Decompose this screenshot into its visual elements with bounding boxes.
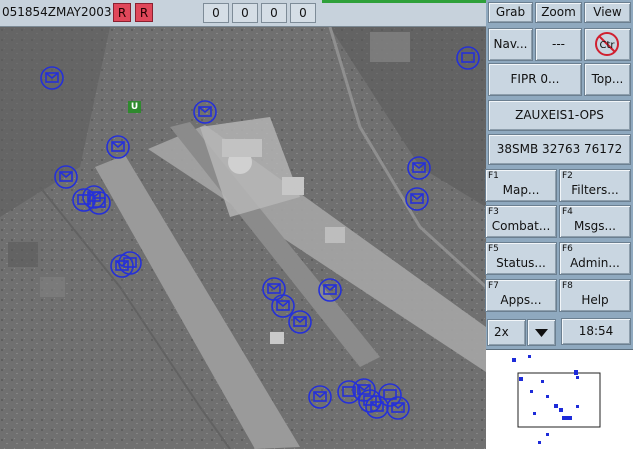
scale-select[interactable]: 2x — [487, 319, 526, 346]
scale-value: 2x — [494, 325, 509, 339]
counter-1: 0 — [203, 3, 229, 23]
no-entry-icon: Ctr — [595, 32, 619, 56]
viewport-rectangle[interactable] — [517, 372, 601, 428]
aerial-imagery — [0, 27, 486, 449]
grab-label: Grab — [495, 5, 526, 19]
minimap-units — [512, 355, 579, 444]
nav-button[interactable]: Nav... — [488, 28, 533, 61]
grab-button[interactable]: Grab — [488, 2, 533, 23]
msgs-button[interactable]: F4 Msgs... — [559, 205, 631, 238]
top-bar: 051854ZMAY2003 R R 0 0 0 0 — [0, 0, 486, 27]
alert-button-1[interactable]: R — [113, 3, 131, 22]
fkey-f3: F3 — [488, 207, 499, 217]
fkey-f8: F8 — [562, 281, 573, 291]
counter-4: 0 — [290, 3, 316, 23]
admin-label: Admin... — [570, 256, 620, 270]
center-button[interactable]: Ctr — [584, 28, 631, 61]
dashes-button[interactable]: --- — [535, 28, 582, 61]
fkey-f5: F5 — [488, 244, 499, 254]
counter-2: 0 — [232, 3, 258, 23]
unit-name-button[interactable]: ZAUXEIS1-OPS — [488, 100, 631, 131]
ctr-label: Ctr — [599, 40, 615, 51]
grid-label: 38SMB 32763 76172 — [496, 142, 623, 156]
map-view[interactable] — [0, 27, 486, 449]
fkey-f2: F2 — [562, 171, 573, 181]
minimap-canvas — [512, 355, 601, 444]
clock-display: 18:54 — [561, 318, 631, 345]
app-window: 051854ZMAY2003 R R 0 0 0 0 Grab Zoom Vie… — [0, 0, 633, 449]
fkey-f6: F6 — [562, 244, 573, 254]
triangle-down-icon — [535, 329, 548, 337]
apps-button[interactable]: F7 Apps... — [485, 279, 557, 312]
zoom-label: Zoom — [541, 5, 576, 19]
unit-label: ZAUXEIS1-OPS — [515, 108, 604, 122]
help-label: Help — [581, 293, 609, 307]
alert-button-2[interactable]: R — [135, 3, 153, 22]
map-button[interactable]: F1 Map... — [485, 169, 557, 202]
status-label: Status... — [496, 256, 546, 270]
clock-time: 18:54 — [578, 324, 614, 338]
filters-label: Filters... — [571, 183, 619, 197]
apps-label: Apps... — [500, 293, 542, 307]
filters-button[interactable]: F2 Filters... — [559, 169, 631, 202]
overview-minimap[interactable] — [486, 349, 633, 449]
msgs-label: Msgs... — [574, 219, 616, 233]
status-button[interactable]: F5 Status... — [485, 242, 557, 275]
dashes-label: --- — [552, 37, 565, 51]
top-label: Top... — [591, 72, 624, 86]
admin-button[interactable]: F6 Admin... — [559, 242, 631, 275]
view-button[interactable]: View — [584, 2, 631, 23]
fipr-button[interactable]: FIPR 0... — [488, 63, 582, 96]
help-button[interactable]: F8 Help — [559, 279, 631, 312]
nav-label: Nav... — [493, 37, 528, 51]
fipr-label: FIPR 0... — [510, 72, 560, 86]
combat-button[interactable]: F3 Combat... — [485, 205, 557, 238]
status-strip — [322, 0, 486, 3]
map-label: Map... — [502, 183, 540, 197]
fkey-f7: F7 — [488, 281, 499, 291]
view-label: View — [593, 5, 622, 19]
fkey-f1: F1 — [488, 171, 499, 181]
zoom-button[interactable]: Zoom — [535, 2, 582, 23]
counter-3: 0 — [261, 3, 287, 23]
scale-dropdown-button[interactable] — [527, 319, 556, 346]
grid-coordinate[interactable]: 38SMB 32763 76172 — [488, 134, 631, 165]
combat-label: Combat... — [491, 219, 551, 233]
dtg-timestamp: 051854ZMAY2003 — [2, 5, 112, 19]
top-button[interactable]: Top... — [584, 63, 631, 96]
fkey-f4: F4 — [562, 207, 573, 217]
unit-status-badge: U — [128, 101, 141, 113]
